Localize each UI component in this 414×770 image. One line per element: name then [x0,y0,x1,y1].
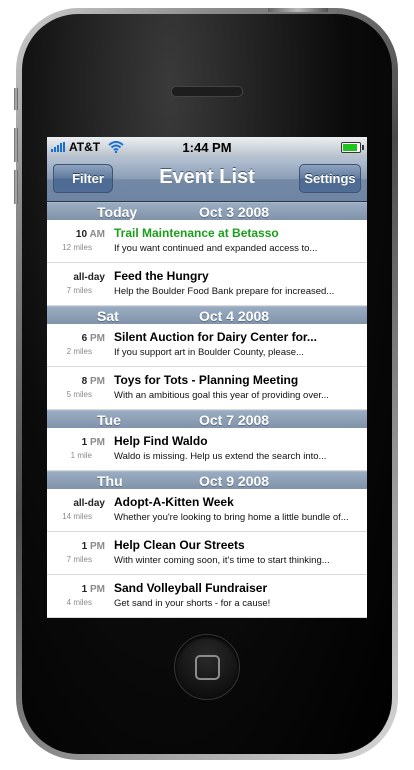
event-time: 10 AM [47,229,105,240]
section-day: Sat [97,308,119,324]
section-header: Today Oct 3 2008 [47,202,367,220]
section-day: Today [97,204,138,220]
volume-down-button [14,170,18,204]
section-day: Tue [97,412,121,428]
navigation-bar: Filter Event List Settings [47,157,367,202]
event-time-value: 1 [81,437,88,448]
event-distance: 7 miles [66,555,92,564]
settings-button[interactable]: Settings [299,164,361,193]
event-title: Silent Auction for Dairy Center for... [114,330,317,344]
event-time-value: all-day [73,272,105,283]
section-date: Oct 9 2008 [199,473,270,489]
event-distance: 4 miles [66,598,92,607]
event-time-ampm: PM [90,333,105,344]
home-button[interactable] [174,634,240,700]
event-time-ampm: PM [90,541,105,552]
event-description: Help the Boulder Food Bank prepare for i… [114,286,335,297]
event-time: 1 PM [47,437,105,448]
event-description: Get sand in your shorts - for a cause! [114,598,271,609]
event-description: With an ambitious goal this year of prov… [114,390,329,401]
section-header: Sat Oct 4 2008 [47,306,367,324]
ringer-switch [14,88,18,110]
event-row[interactable]: 10 AM 12 miles Trail Maintenance at Betass… [47,220,367,263]
event-time-ampm: PM [90,437,105,448]
section-header: Thu Oct 9 2008 [47,471,367,489]
event-row[interactable]: all-day 14 miles Adopt-A-Kitten Week Whethe… [47,489,367,532]
section-header: Tue Oct 7 2008 [47,410,367,428]
event-description: If you support art in Boulder County, pl… [114,347,304,358]
event-time: 8 PM [47,376,105,387]
event-description: With winter coming soon, it's time to st… [114,555,330,566]
battery-icon [341,142,364,153]
event-row[interactable]: 1 PM 7 miles Help Clean Our Streets With wi… [47,532,367,575]
event-time-value: all-day [73,498,105,509]
event-title: Sand Volleyball Fundraiser [114,581,268,595]
event-time-ampm: PM [90,584,105,595]
event-description: Whether you're looking to bring home a l… [114,512,349,523]
event-time: all-day [47,272,105,283]
home-square-icon [195,655,220,680]
event-time-value: 1 [81,584,88,595]
event-title: Trail Maintenance at Betasso [114,226,279,240]
event-distance: 12 miles [62,243,92,252]
volume-up-button [14,128,18,162]
section-date: Oct 3 2008 [199,204,270,220]
event-title: Toys for Tots - Planning Meeting [114,373,299,387]
event-time: all-day [47,498,105,509]
event-title: Feed the Hungry [114,269,209,283]
screen: AT&T 1:44 PM Filter Event List Settings … [47,137,367,618]
event-row[interactable]: all-day 7 miles Feed the Hungry Help the Bo… [47,263,367,306]
event-time-ampm: AM [89,229,105,240]
event-distance: 14 miles [62,512,92,521]
event-time-value: 6 [81,333,88,344]
status-bar: AT&T 1:44 PM [47,137,367,157]
status-time: 1:44 PM [182,140,232,155]
event-time: 6 PM [47,333,105,344]
event-time: 1 PM [47,541,105,552]
event-distance: 2 miles [66,347,92,356]
event-time-value: 8 [81,376,88,387]
section-date: Oct 4 2008 [199,308,270,324]
event-row[interactable]: 1 PM 4 miles Sand Volleyball Fundraiser Get… [47,575,367,618]
event-title: Adopt-A-Kitten Week [114,495,234,509]
event-distance: 5 miles [66,390,92,399]
event-time-value: 10 [75,229,88,240]
event-description: Waldo is missing. Help us extend the sea… [114,451,327,462]
event-distance: 1 mile [70,451,92,460]
event-row[interactable]: 8 PM 5 miles Toys for Tots - Planning Meet… [47,367,367,410]
sleep-button [268,8,328,12]
section-day: Thu [97,473,123,489]
earpiece-speaker [171,86,243,97]
event-title: Help Clean Our Streets [114,538,245,552]
event-time-value: 1 [81,541,88,552]
event-time: 1 PM [47,584,105,595]
event-row[interactable]: 6 PM 2 miles Silent Auction for Dairy Cent… [47,324,367,367]
section-date: Oct 7 2008 [199,412,270,428]
event-time-ampm: PM [90,376,105,387]
event-list: Today Oct 3 2008 10 AM 12 miles Trail Mainte… [47,202,367,618]
event-title: Help Find Waldo [114,434,208,448]
event-description: If you want continued and expanded acces… [114,243,318,254]
event-distance: 7 miles [66,286,92,295]
event-row[interactable]: 1 PM 1 mile Help Find Waldo Waldo is missin… [47,428,367,471]
